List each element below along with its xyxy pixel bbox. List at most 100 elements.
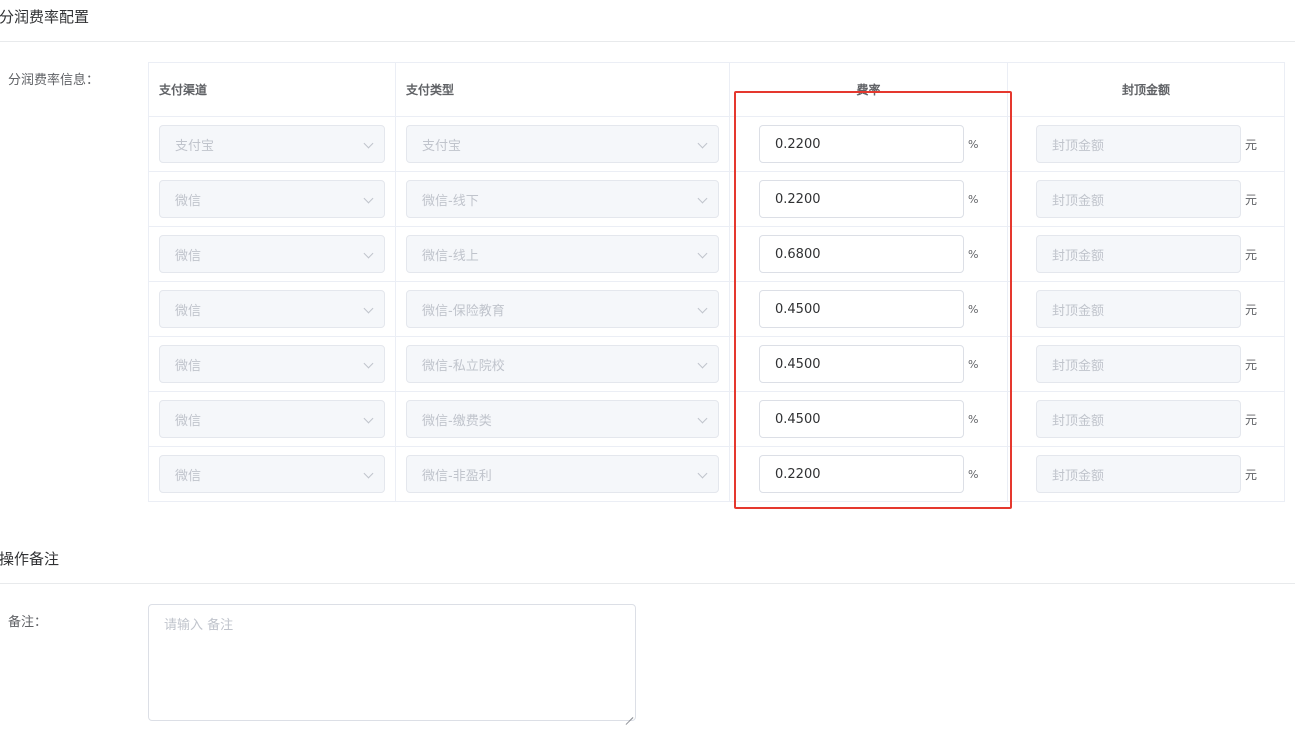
chevron-down-icon bbox=[363, 413, 374, 424]
type-select-value: 微信-线下 bbox=[422, 193, 479, 209]
cell-cap: 封顶金额 元 bbox=[1008, 447, 1285, 502]
chevron-down-icon bbox=[363, 138, 374, 149]
cap-unit-label: 元 bbox=[1245, 137, 1258, 152]
rate-input[interactable]: 0.4500 bbox=[759, 345, 964, 383]
channel-select-value: 微信 bbox=[175, 468, 202, 484]
cap-amount-input[interactable]: 封顶金额 bbox=[1036, 235, 1241, 273]
channel-select-value: 支付宝 bbox=[175, 138, 215, 154]
channel-select[interactable]: 微信 bbox=[159, 455, 385, 493]
cap-amount-input[interactable]: 封顶金额 bbox=[1036, 400, 1241, 438]
table-row: 微信 微信-私立院校 0.4500 % 封顶金额 元 bbox=[149, 337, 1285, 392]
section-title-rate-config: 分润费率配置 bbox=[0, 8, 90, 26]
table-row: 微信 微信-非盈利 0.2200 % 封顶金额 元 bbox=[149, 447, 1285, 502]
rate-table: 支付渠道 支付类型 费率 封顶金额 支付宝 支付宝 0.2200 % 封顶金额 … bbox=[148, 62, 1285, 502]
channel-select-value: 微信 bbox=[175, 413, 202, 429]
cap-amount-input[interactable]: 封顶金额 bbox=[1036, 180, 1241, 218]
chevron-down-icon bbox=[697, 468, 708, 479]
cell-channel: 微信 bbox=[149, 227, 396, 282]
cell-cap: 封顶金额 元 bbox=[1008, 282, 1285, 337]
rate-unit-label: % bbox=[968, 247, 979, 261]
channel-select[interactable]: 微信 bbox=[159, 180, 385, 218]
chevron-down-icon bbox=[697, 248, 708, 259]
rate-unit-label: % bbox=[968, 412, 979, 426]
type-select[interactable]: 微信-线上 bbox=[406, 235, 719, 273]
rate-input[interactable]: 0.6800 bbox=[759, 235, 964, 273]
rate-unit-label: % bbox=[968, 302, 979, 316]
type-select-value: 微信-线上 bbox=[422, 248, 479, 264]
rate-unit-label: % bbox=[968, 137, 979, 151]
table-row: 微信 微信-线下 0.2200 % 封顶金额 元 bbox=[149, 172, 1285, 227]
cell-rate: 0.6800 % bbox=[730, 227, 1008, 282]
cell-rate: 0.4500 % bbox=[730, 337, 1008, 392]
channel-select-value: 微信 bbox=[175, 193, 202, 209]
type-select[interactable]: 微信-保险教育 bbox=[406, 290, 719, 328]
cell-type: 支付宝 bbox=[396, 117, 730, 172]
chevron-down-icon bbox=[697, 138, 708, 149]
cell-type: 微信-非盈利 bbox=[396, 447, 730, 502]
type-select[interactable]: 微信-缴费类 bbox=[406, 400, 719, 438]
type-select[interactable]: 微信-非盈利 bbox=[406, 455, 719, 493]
resize-handle-icon[interactable] bbox=[625, 710, 633, 718]
channel-select[interactable]: 微信 bbox=[159, 345, 385, 383]
table-header-row: 支付渠道 支付类型 费率 封顶金额 bbox=[149, 63, 1285, 117]
channel-select[interactable]: 微信 bbox=[159, 235, 385, 273]
remark-label: 备注： bbox=[8, 615, 48, 630]
rate-input[interactable]: 0.4500 bbox=[759, 290, 964, 328]
header-channel: 支付渠道 bbox=[149, 63, 396, 117]
cell-channel: 微信 bbox=[149, 392, 396, 447]
type-select-value: 微信-非盈利 bbox=[422, 468, 492, 484]
cap-unit-label: 元 bbox=[1245, 192, 1258, 207]
section-divider bbox=[0, 583, 1295, 584]
channel-select-value: 微信 bbox=[175, 248, 202, 264]
cap-amount-input[interactable]: 封顶金额 bbox=[1036, 455, 1241, 493]
type-select[interactable]: 微信-私立院校 bbox=[406, 345, 719, 383]
channel-select-value: 微信 bbox=[175, 358, 202, 374]
section-divider bbox=[0, 41, 1295, 42]
header-rate: 费率 bbox=[730, 63, 1008, 117]
rate-input[interactable]: 0.2200 bbox=[759, 180, 964, 218]
cap-unit-label: 元 bbox=[1245, 412, 1258, 427]
table-row: 支付宝 支付宝 0.2200 % 封顶金额 元 bbox=[149, 117, 1285, 172]
remark-textarea[interactable]: 请输入 备注 bbox=[148, 604, 636, 721]
cell-rate: 0.4500 % bbox=[730, 282, 1008, 337]
rate-input[interactable]: 0.4500 bbox=[759, 400, 964, 438]
channel-select[interactable]: 微信 bbox=[159, 400, 385, 438]
rate-input[interactable]: 0.2200 bbox=[759, 455, 964, 493]
channel-select-value: 微信 bbox=[175, 303, 202, 319]
cell-rate: 0.2200 % bbox=[730, 447, 1008, 502]
type-select-value: 支付宝 bbox=[422, 138, 462, 154]
cap-amount-input[interactable]: 封顶金额 bbox=[1036, 290, 1241, 328]
cell-type: 微信-线上 bbox=[396, 227, 730, 282]
cell-cap: 封顶金额 元 bbox=[1008, 117, 1285, 172]
cap-amount-input[interactable]: 封顶金额 bbox=[1036, 345, 1241, 383]
rate-input[interactable]: 0.2200 bbox=[759, 125, 964, 163]
channel-select[interactable]: 微信 bbox=[159, 290, 385, 328]
cell-channel: 微信 bbox=[149, 172, 396, 227]
cell-rate: 0.2200 % bbox=[730, 117, 1008, 172]
type-select[interactable]: 微信-线下 bbox=[406, 180, 719, 218]
cell-type: 微信-保险教育 bbox=[396, 282, 730, 337]
type-select-value: 微信-私立院校 bbox=[422, 358, 505, 374]
cell-cap: 封顶金额 元 bbox=[1008, 227, 1285, 282]
chevron-down-icon bbox=[697, 193, 708, 204]
section-title-remark: 操作备注 bbox=[0, 550, 60, 568]
table-row: 微信 微信-线上 0.6800 % 封顶金额 元 bbox=[149, 227, 1285, 282]
cell-channel: 微信 bbox=[149, 337, 396, 392]
chevron-down-icon bbox=[363, 303, 374, 314]
channel-select[interactable]: 支付宝 bbox=[159, 125, 385, 163]
chevron-down-icon bbox=[363, 468, 374, 479]
remark-placeholder: 请输入 备注 bbox=[164, 618, 234, 633]
rate-unit-label: % bbox=[968, 467, 979, 481]
rate-unit-label: % bbox=[968, 192, 979, 206]
cell-rate: 0.2200 % bbox=[730, 172, 1008, 227]
cap-amount-input[interactable]: 封顶金额 bbox=[1036, 125, 1241, 163]
cell-type: 微信-私立院校 bbox=[396, 337, 730, 392]
cap-unit-label: 元 bbox=[1245, 467, 1258, 482]
type-select-value: 微信-缴费类 bbox=[422, 413, 492, 429]
cap-unit-label: 元 bbox=[1245, 357, 1258, 372]
chevron-down-icon bbox=[697, 358, 708, 369]
rate-unit-label: % bbox=[968, 357, 979, 371]
cap-unit-label: 元 bbox=[1245, 247, 1258, 262]
cell-type: 微信-线下 bbox=[396, 172, 730, 227]
type-select[interactable]: 支付宝 bbox=[406, 125, 719, 163]
